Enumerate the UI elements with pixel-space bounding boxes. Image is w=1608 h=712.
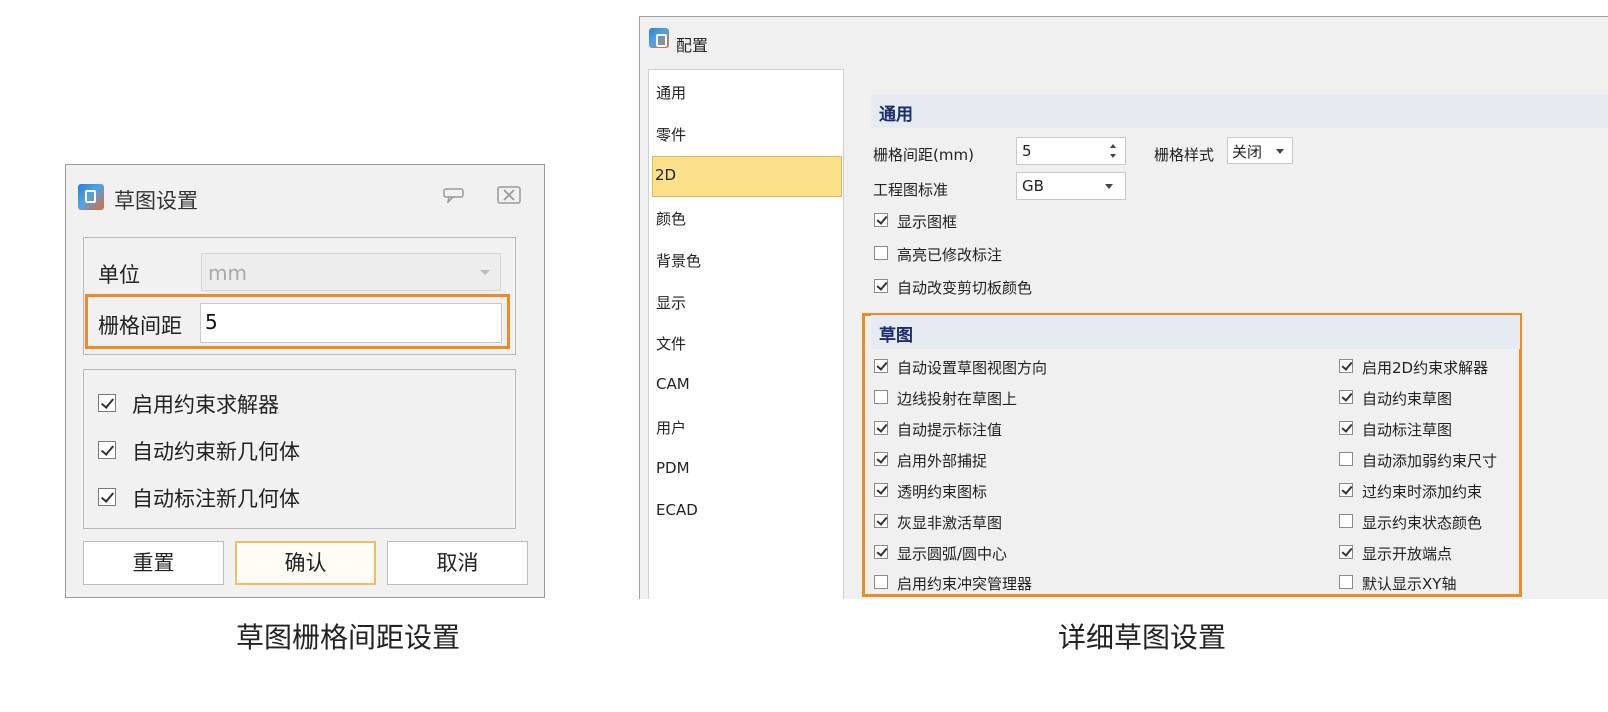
- app-logo-icon: [78, 184, 104, 210]
- unit-select: mm: [201, 253, 501, 291]
- drawing-standard-select[interactable]: GB: [1016, 172, 1126, 200]
- option-label: 启用2D约束求解器: [1362, 359, 1489, 377]
- option-label: 自动提示标注值: [897, 421, 1003, 439]
- caption-right: 详细草图设置: [1058, 621, 1227, 654]
- config-sidebar: 通用 零件 2D 颜色 背景色 显示 文件 CAM 用户 PDM ECAD: [648, 69, 844, 599]
- grid-spacing-label: 栅格间距: [98, 314, 182, 338]
- drawing-standard-value: GB: [1022, 177, 1044, 195]
- option-label: 透明约束图标: [897, 483, 988, 501]
- checkbox-auto-dimension[interactable]: [98, 488, 116, 506]
- checkbox-label: 启用约束求解器: [132, 393, 279, 417]
- option-label: 自动标注草图: [1362, 421, 1453, 439]
- section-header-sketch: 草图: [871, 315, 1520, 349]
- checkbox-weak-constraint-dims[interactable]: [1339, 452, 1353, 466]
- drawing-standard-label: 工程图标准: [873, 181, 949, 199]
- sidebar-item-background[interactable]: 背景色: [654, 241, 838, 279]
- checkbox-label: 自动约束新几何体: [132, 440, 300, 464]
- checkbox-auto-prompt-dimension[interactable]: [874, 421, 888, 435]
- spinner-arrows-icon[interactable]: [1109, 142, 1117, 160]
- checkbox-auto-constrain-sketch[interactable]: [1339, 390, 1353, 404]
- option-label: 显示约束状态颜色: [1362, 514, 1483, 532]
- checkbox-highlight-modified[interactable]: [874, 246, 888, 260]
- checkbox-over-constrain-add[interactable]: [1339, 483, 1353, 497]
- option-label: 自动约束草图: [1362, 390, 1453, 408]
- chevron-down-icon: [1276, 149, 1284, 154]
- sidebar-item-part[interactable]: 零件: [654, 115, 838, 153]
- checkbox-enable-solver[interactable]: [98, 394, 116, 412]
- close-icon[interactable]: [497, 186, 521, 204]
- config-content: 通用 栅格间距(mm) 5 栅格样式 关闭 工程图标准 GB 显示图框 高亮已修…: [847, 69, 1608, 599]
- window-title: 配置: [676, 36, 709, 55]
- sidebar-item-pdm[interactable]: PDM: [654, 450, 838, 488]
- checkbox-auto-clipboard-color[interactable]: [874, 279, 888, 293]
- grid-style-value: 关闭: [1232, 143, 1263, 161]
- sidebar-item-file[interactable]: 文件: [654, 324, 838, 362]
- ok-button[interactable]: 确认: [235, 541, 376, 585]
- option-label: 自动改变剪切板颜色: [897, 279, 1033, 297]
- option-label: 边线投射在草图上: [897, 390, 1018, 408]
- option-label: 显示开放端点: [1362, 545, 1453, 563]
- checkbox-show-xy-axis[interactable]: [1339, 575, 1353, 589]
- sidebar-item-display[interactable]: 显示: [654, 283, 838, 321]
- section-header-general: 通用: [871, 94, 1608, 128]
- sidebar-item-user[interactable]: 用户: [654, 408, 838, 446]
- checkbox-2d-solver[interactable]: [1339, 359, 1353, 373]
- checkbox-constraint-state-color[interactable]: [1339, 514, 1353, 528]
- dialog-title: 草图设置: [114, 189, 198, 213]
- grid-style-select[interactable]: 关闭: [1227, 137, 1293, 164]
- checkbox-show-arc-center[interactable]: [874, 545, 888, 559]
- checkbox-auto-dimension-sketch[interactable]: [1339, 421, 1353, 435]
- checkbox-project-edges[interactable]: [874, 390, 888, 404]
- sidebar-item-ecad[interactable]: ECAD: [654, 492, 838, 530]
- checkbox-auto-view-direction[interactable]: [874, 359, 888, 373]
- option-label: 灰显非激活草图: [897, 514, 1003, 532]
- checkbox-gray-inactive-sketch[interactable]: [874, 514, 888, 528]
- option-label: 自动添加弱约束尺寸: [1362, 452, 1498, 470]
- sidebar-item-general[interactable]: 通用: [654, 73, 838, 111]
- option-label: 高亮已修改标注: [897, 246, 1003, 264]
- sidebar-item-color[interactable]: 颜色: [654, 199, 838, 237]
- grid-spacing-spinner[interactable]: 5: [1016, 137, 1126, 165]
- unit-value: mm: [208, 261, 247, 285]
- app-logo-icon: [649, 28, 669, 48]
- checkbox-transparent-constraint-icons[interactable]: [874, 483, 888, 497]
- checkbox-auto-constrain[interactable]: [98, 441, 116, 459]
- option-label: 自动设置草图视图方向: [897, 359, 1048, 377]
- config-window: 配置 通用 零件 2D 颜色 背景色 显示 文件 CAM 用户 PDM ECAD…: [639, 16, 1608, 599]
- option-label: 启用外部捕捉: [897, 452, 988, 470]
- sidebar-item-2d[interactable]: 2D: [652, 156, 842, 197]
- caption-left: 草图栅格间距设置: [236, 621, 461, 654]
- option-label: 默认显示XY轴: [1362, 575, 1457, 593]
- checkbox-show-open-endpoints[interactable]: [1339, 545, 1353, 559]
- cancel-button[interactable]: 取消: [387, 541, 528, 585]
- checkbox-show-frame[interactable]: [874, 213, 888, 227]
- pin-icon[interactable]: [443, 187, 465, 205]
- option-label: 显示圆弧/圆中心: [897, 545, 1008, 563]
- sketch-settings-dialog: 草图设置 单位 mm 栅格间距 5 启用约束求解器 自动约束新几何体 自动标注新…: [65, 164, 545, 598]
- reset-button[interactable]: 重置: [83, 541, 224, 585]
- option-label: 启用约束冲突管理器: [897, 575, 1033, 593]
- grid-spacing-input[interactable]: 5: [200, 303, 502, 343]
- grid-spacing-value: 5: [1022, 142, 1032, 160]
- unit-label: 单位: [98, 263, 140, 287]
- checkbox-label: 自动标注新几何体: [132, 487, 300, 511]
- sidebar-item-cam[interactable]: CAM: [654, 366, 838, 404]
- checkbox-conflict-manager[interactable]: [874, 575, 888, 589]
- checkbox-external-snap[interactable]: [874, 452, 888, 466]
- option-label: 过约束时添加约束: [1362, 483, 1483, 501]
- grid-spacing-mm-label: 栅格间距(mm): [873, 146, 974, 164]
- option-label: 显示图框: [897, 213, 958, 231]
- chevron-down-icon: [480, 270, 490, 275]
- grid-style-label: 栅格样式: [1154, 146, 1215, 164]
- chevron-down-icon: [1105, 184, 1113, 189]
